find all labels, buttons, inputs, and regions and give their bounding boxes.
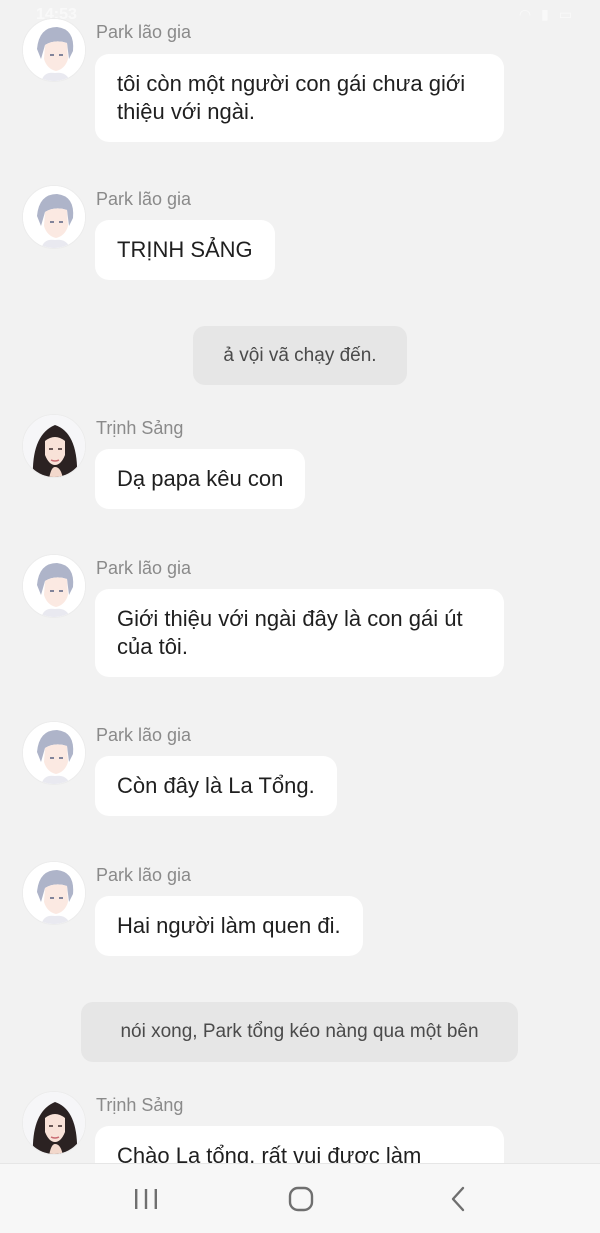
recent-apps-icon — [135, 1189, 157, 1209]
chat-screen: 14:53 ◠ ▮ ▭ Park lão gia tôi còn một ngư… — [0, 0, 600, 1233]
message-bubble[interactable]: tôi còn một người con gái chưa giới thiệ… — [95, 54, 504, 142]
sender-name: Park lão gia — [96, 865, 192, 885]
home-icon — [288, 1186, 314, 1212]
elder-avatar-icon — [23, 862, 85, 924]
message-bubble[interactable]: Chào La tổng, rất vui được làm — [95, 1126, 504, 1163]
recent-apps-button[interactable] — [116, 1176, 176, 1222]
navigation-bar — [0, 1163, 600, 1233]
message-bubble[interactable]: TRỊNH SẢNG — [95, 220, 275, 280]
girl-avatar[interactable] — [22, 414, 86, 478]
elder-avatar[interactable] — [22, 185, 86, 249]
narration-bubble: nói xong, Park tổng kéo nàng qua một bên — [81, 1002, 518, 1062]
chat-scroll-area[interactable]: Park lão gia tôi còn một người con gái c… — [0, 0, 600, 1163]
girl-avatar-icon — [23, 1092, 85, 1154]
elder-avatar-icon — [23, 186, 85, 248]
sender-name: Park lão gia — [96, 558, 192, 578]
back-icon — [451, 1186, 465, 1212]
elder-avatar[interactable] — [22, 721, 86, 785]
elder-avatar-icon — [23, 19, 85, 81]
home-button[interactable] — [271, 1176, 331, 1222]
message-bubble[interactable]: Giới thiệu với ngài đây là con gái út củ… — [95, 589, 504, 677]
elder-avatar[interactable] — [22, 554, 86, 618]
girl-avatar-icon — [23, 415, 85, 477]
sender-name: Park lão gia — [96, 22, 192, 42]
message-bubble[interactable]: Hai người làm quen đi. — [95, 896, 363, 956]
back-button[interactable] — [429, 1176, 489, 1222]
message-bubble[interactable]: Còn đây là La Tổng. — [95, 756, 337, 816]
girl-avatar[interactable] — [22, 1091, 86, 1155]
elder-avatar-icon — [23, 722, 85, 784]
sender-name: Trịnh Sảng — [96, 418, 184, 438]
elder-avatar[interactable] — [22, 18, 86, 82]
sender-name: Park lão gia — [96, 725, 192, 745]
elder-avatar-icon — [23, 555, 85, 617]
elder-avatar[interactable] — [22, 861, 86, 925]
sender-name: Trịnh Sảng — [96, 1095, 184, 1115]
message-bubble[interactable]: Dạ papa kêu con — [95, 449, 306, 509]
narration-bubble: ả vội vã chạy đến. — [193, 326, 407, 385]
sender-name: Park lão gia — [96, 189, 192, 209]
